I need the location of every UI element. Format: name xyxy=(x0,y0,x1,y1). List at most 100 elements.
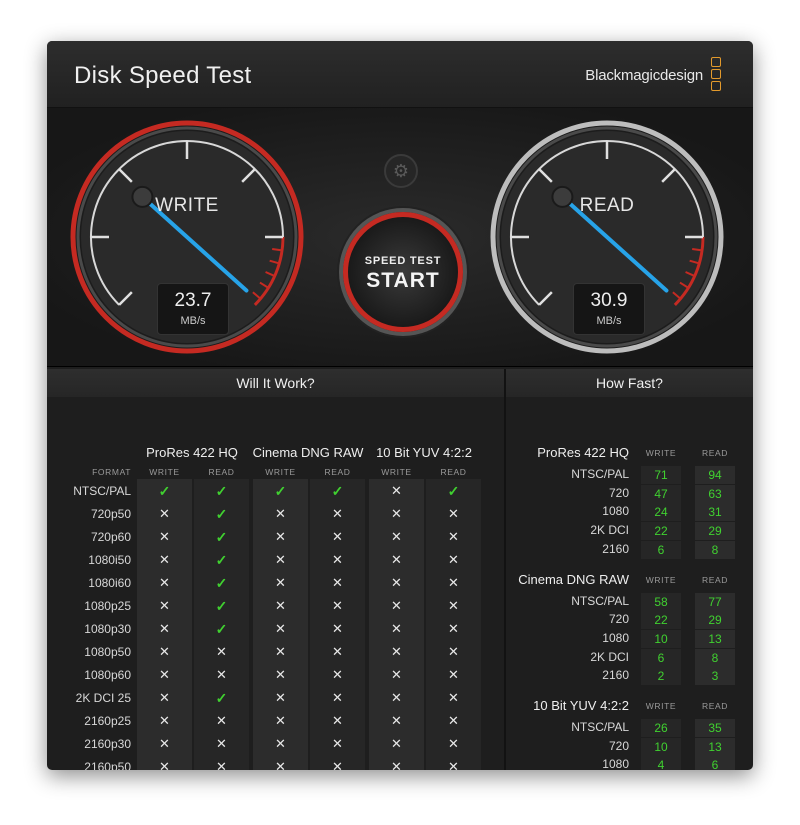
format-label: 2K DCI xyxy=(590,523,629,538)
title-bar: Disk Speed Test Blackmagicdesign xyxy=(47,41,753,108)
write-speed-fps: 6 xyxy=(641,540,681,559)
format-label: 720 xyxy=(608,612,629,627)
cross-icon: ✕ xyxy=(391,529,402,544)
format-group-title: Cinema DNG RAW xyxy=(252,445,364,460)
format-column-header: FORMAT xyxy=(92,467,131,477)
format-label: 2160 xyxy=(602,541,629,556)
format-label: NTSC/PAL xyxy=(571,467,629,481)
cross-icon: ✕ xyxy=(216,644,227,659)
cross-icon: ✕ xyxy=(159,736,170,751)
start-button[interactable]: SPEED TEST START xyxy=(343,212,463,332)
read-speed-fps: 13 xyxy=(695,737,735,756)
check-icon: ✓ xyxy=(215,552,228,568)
cross-icon: ✕ xyxy=(275,529,286,544)
read-speed-fps: 94 xyxy=(695,466,735,484)
cross-icon: ✕ xyxy=(159,759,170,770)
write-speed-fps: 22 xyxy=(641,522,681,541)
cross-icon: ✕ xyxy=(159,529,170,544)
format-label: 2K DCI xyxy=(590,649,629,664)
gauge-redline-tick xyxy=(692,247,703,252)
cross-icon: ✕ xyxy=(391,736,402,751)
read-speed-fps: 29 xyxy=(695,611,735,630)
cross-icon: ✕ xyxy=(332,713,343,728)
cross-icon: ✕ xyxy=(275,621,286,636)
read-speed-fps: 8 xyxy=(695,648,735,667)
cross-icon: ✕ xyxy=(159,644,170,659)
read-speed-fps: 31 xyxy=(695,503,735,522)
cross-icon: ✕ xyxy=(448,690,459,705)
write-column-header: WRITE xyxy=(265,467,296,477)
cross-icon: ✕ xyxy=(275,506,286,521)
cross-icon: ✕ xyxy=(391,644,402,659)
format-label: 1080i50 xyxy=(88,553,131,567)
cross-icon: ✕ xyxy=(391,713,402,728)
cross-icon: ✕ xyxy=(391,621,402,636)
write-speed-fps: 71 xyxy=(641,466,681,484)
read-column-header: READ xyxy=(208,467,235,477)
cross-icon: ✕ xyxy=(159,506,170,521)
write-speed-fps: 26 xyxy=(641,719,681,737)
panel-divider xyxy=(504,369,506,770)
write-column-header: WRITE xyxy=(381,467,412,477)
cross-icon: ✕ xyxy=(216,667,227,682)
write-gauge: WRITE 23.7 MB/s xyxy=(69,119,305,355)
write-speed-fps: 6 xyxy=(641,648,681,667)
cross-icon: ✕ xyxy=(159,552,170,567)
cross-icon: ✕ xyxy=(332,575,343,590)
read-speed-fps: 3 xyxy=(695,667,735,686)
cross-icon: ✕ xyxy=(332,644,343,659)
cross-icon: ✕ xyxy=(448,529,459,544)
cross-icon: ✕ xyxy=(448,552,459,567)
cross-icon: ✕ xyxy=(448,644,459,659)
check-icon: ✓ xyxy=(215,483,228,499)
cross-icon: ✕ xyxy=(332,690,343,705)
cross-icon: ✕ xyxy=(159,621,170,636)
cross-icon: ✕ xyxy=(216,759,227,770)
format-label: 1080 xyxy=(602,504,629,519)
cross-icon: ✕ xyxy=(391,506,402,521)
format-group-title: ProRes 422 HQ xyxy=(537,445,629,460)
cross-icon: ✕ xyxy=(275,667,286,682)
format-label: 720p50 xyxy=(90,507,131,521)
read-column-header: READ xyxy=(324,467,351,477)
format-label: NTSC/PAL xyxy=(571,593,629,608)
brand-logo-text: Blackmagicdesign xyxy=(585,67,703,84)
cross-icon: ✕ xyxy=(448,598,459,613)
start-button-label: START xyxy=(366,269,440,292)
format-label: 1080p25 xyxy=(84,599,131,613)
check-icon: ✓ xyxy=(274,483,287,499)
check-icon: ✓ xyxy=(215,506,228,522)
write-column-header: WRITE xyxy=(645,574,677,585)
check-icon: ✓ xyxy=(215,575,228,591)
cross-icon: ✕ xyxy=(275,713,286,728)
cross-icon: ✕ xyxy=(391,690,402,705)
cross-icon: ✕ xyxy=(332,736,343,751)
cross-icon: ✕ xyxy=(216,713,227,728)
format-label: 2K DCI 25 xyxy=(75,691,131,705)
check-icon: ✓ xyxy=(215,529,228,545)
cross-icon: ✕ xyxy=(159,598,170,613)
gear-icon[interactable]: ⚙ xyxy=(384,154,418,188)
write-speed-readout: 23.7 MB/s xyxy=(157,283,229,335)
format-label: 1080p30 xyxy=(84,622,131,636)
read-gauge: READ 30.9 MB/s xyxy=(489,119,725,355)
write-speed-fps: 2 xyxy=(641,667,681,686)
check-icon: ✓ xyxy=(215,690,228,706)
cross-icon: ✕ xyxy=(448,621,459,636)
cross-icon: ✕ xyxy=(275,644,286,659)
write-speed-fps: 4 xyxy=(641,756,681,770)
write-column-header: WRITE xyxy=(645,701,677,711)
write-speed-fps: 58 xyxy=(641,592,681,611)
cross-icon: ✕ xyxy=(391,552,402,567)
read-column-header: READ xyxy=(701,701,729,711)
format-label: NTSC/PAL xyxy=(571,720,629,734)
cross-icon: ✕ xyxy=(332,667,343,682)
cross-icon: ✕ xyxy=(391,483,402,498)
write-speed-fps: 24 xyxy=(641,503,681,522)
cross-icon: ✕ xyxy=(275,736,286,751)
check-icon: ✓ xyxy=(215,621,228,637)
how-fast-title: How Fast? xyxy=(506,369,753,397)
format-label: 720 xyxy=(608,485,629,500)
check-icon: ✓ xyxy=(447,483,460,499)
read-speed-fps: 35 xyxy=(695,719,735,737)
